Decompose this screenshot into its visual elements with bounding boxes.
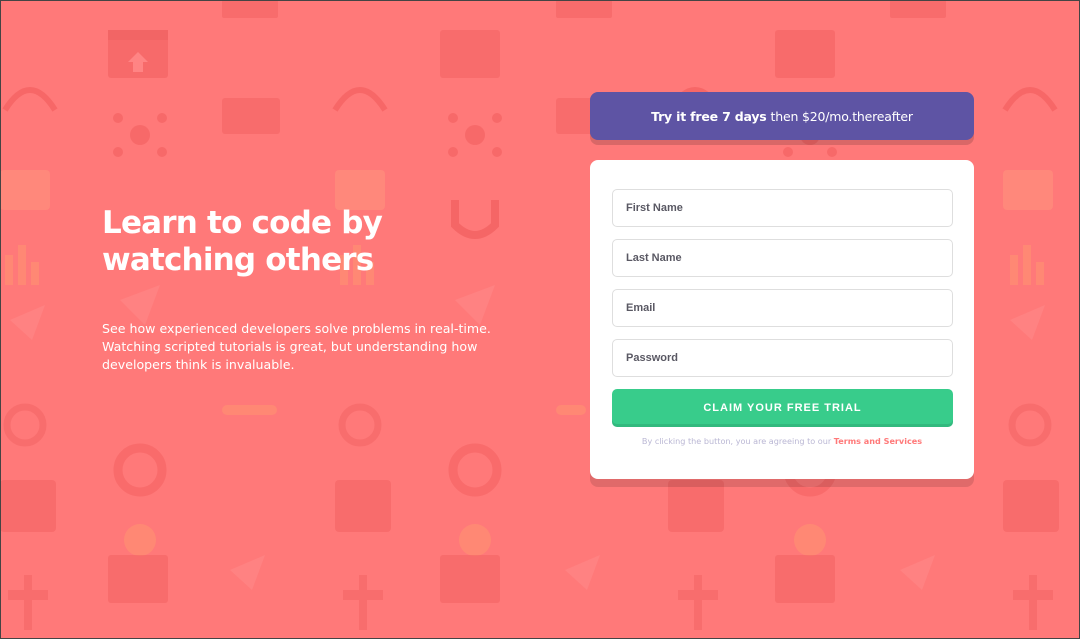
hero-title-line1: Learn to code by bbox=[102, 205, 383, 241]
hero-title-line2: watching others bbox=[102, 242, 374, 278]
terms-prefix: By clicking the button, you are agreeing… bbox=[641, 436, 832, 446]
last-name-input[interactable] bbox=[612, 239, 953, 277]
browser-window-icon bbox=[108, 30, 168, 78]
hero-description: See how experienced developers solve pro… bbox=[102, 321, 491, 372]
claim-trial-button[interactable]: CLAIM YOUR FREE TRIAL bbox=[612, 389, 953, 427]
email-input[interactable] bbox=[612, 289, 953, 327]
flowchart-icon bbox=[8, 575, 1053, 630]
hero-section: Learn to code by watching others See how… bbox=[102, 205, 542, 374]
calendar-icon bbox=[0, 480, 1059, 532]
promo-banner: Try it free 7 days then $20/mo.thereafte… bbox=[590, 92, 974, 140]
promo-highlight: Try it free 7 days bbox=[651, 108, 767, 124]
password-input[interactable] bbox=[612, 339, 953, 377]
hero-title: Learn to code by watching others bbox=[102, 205, 542, 279]
signup-form: CLAIM YOUR FREE TRIAL By clicking the bu… bbox=[590, 160, 974, 479]
promo-price: then $20/mo.thereafter bbox=[770, 108, 914, 124]
first-name-input[interactable] bbox=[612, 189, 953, 227]
lightbulb-icon bbox=[124, 524, 826, 556]
terms-link[interactable]: Terms and Services bbox=[834, 436, 922, 446]
terms-notice: By clicking the button, you are agreeing… bbox=[590, 436, 974, 446]
